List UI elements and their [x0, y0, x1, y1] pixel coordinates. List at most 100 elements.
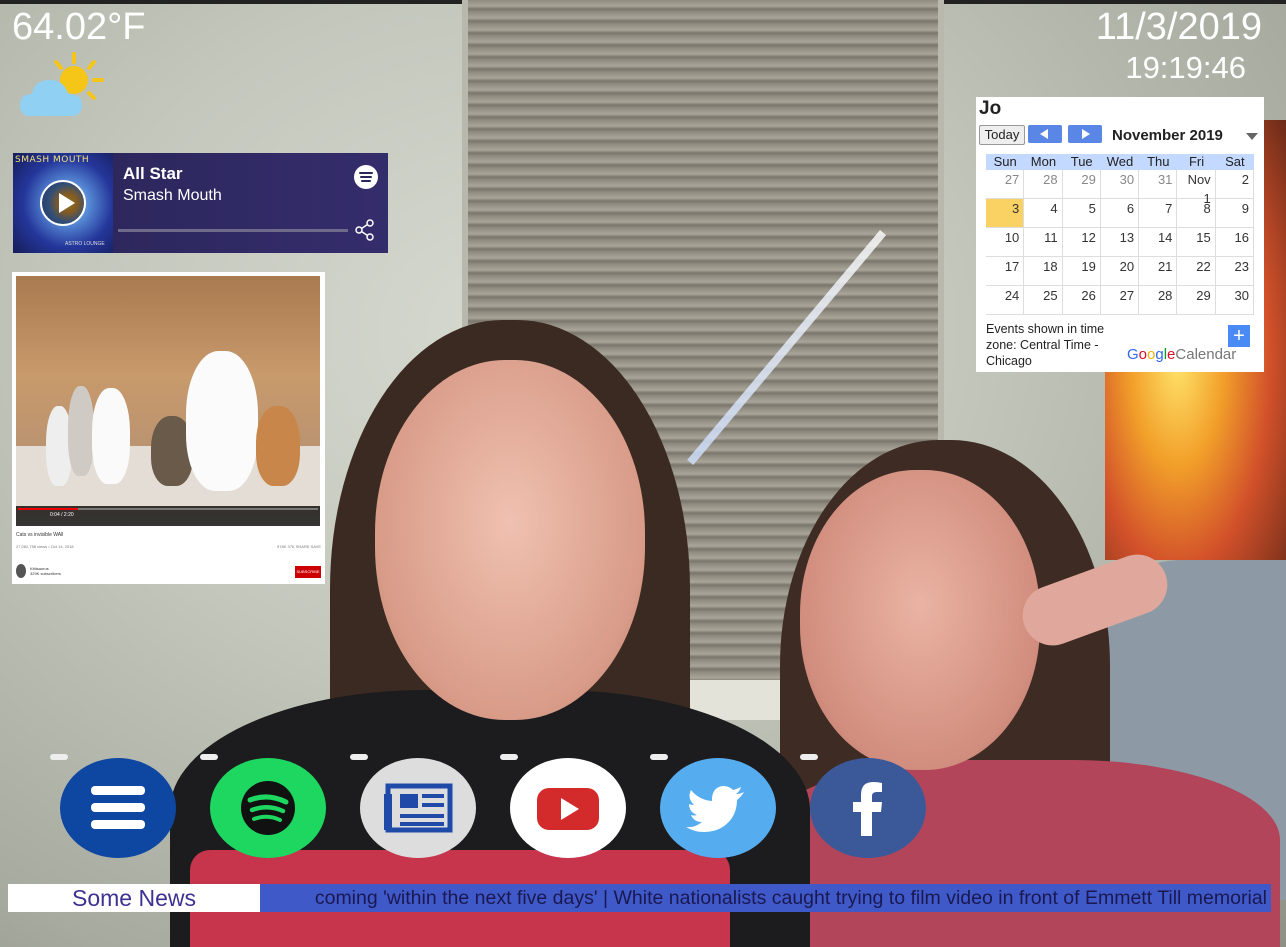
calendar-day[interactable]: 7 — [1139, 199, 1178, 228]
cat-6 — [256, 406, 300, 486]
calendar-owner: Jo — [979, 98, 1002, 119]
calendar-day[interactable]: 2 — [1215, 170, 1254, 199]
calendar-grid: Sun Mon Tue Wed Thu Fri Sat 27 28 29 30 … — [986, 154, 1254, 315]
calendar-day-today[interactable]: 3 — [986, 199, 1025, 228]
calendar-day[interactable]: 22 — [1177, 257, 1216, 286]
calendar-day[interactable]: 19 — [1062, 257, 1101, 286]
cat-3 — [92, 388, 130, 484]
calendar-day[interactable]: 27 — [1100, 286, 1140, 315]
calendar-day[interactable]: 23 — [1215, 257, 1254, 286]
calendar-month-title: November 2019 — [1112, 127, 1223, 144]
calendar-day[interactable]: 25 — [1024, 286, 1063, 315]
calendar-day[interactable]: 13 — [1100, 228, 1140, 257]
calendar-day[interactable]: 28 — [1024, 170, 1063, 199]
calendar-week: 24 25 26 27 28 29 30 — [986, 286, 1254, 315]
calendar-day[interactable]: 30 — [1215, 286, 1254, 315]
news-label: Some News — [8, 884, 260, 912]
calendar-day[interactable]: 27 — [986, 170, 1025, 199]
calendar-week: 10 11 12 13 14 15 16 — [986, 228, 1254, 257]
spotify-app-button[interactable] — [210, 758, 326, 858]
calendar-widget: Jo Today November 2019 Sun Mon Tue Wed T… — [976, 97, 1264, 372]
previous-month-button[interactable] — [1028, 125, 1062, 143]
weekday-label: Sun — [993, 154, 1017, 169]
calendar-day[interactable]: 4 — [1024, 199, 1063, 228]
calendar-day[interactable]: 5 — [1062, 199, 1101, 228]
channel-name[interactable]: Kittisaurus 329K subscribers — [30, 566, 61, 576]
video-controls[interactable]: 0:04 / 2:20 — [16, 506, 320, 526]
calendar-day[interactable]: 6 — [1100, 199, 1140, 228]
track-progress-bar[interactable] — [118, 229, 348, 232]
calendar-day[interactable]: 20 — [1100, 257, 1140, 286]
album-art-text: SMASH MOUTH — [15, 155, 90, 165]
calendar-day[interactable]: 10 — [986, 228, 1025, 257]
calendar-day[interactable]: 15 — [1177, 228, 1216, 257]
video-views: 27,082,756 views • Oct 14, 2018 — [16, 544, 74, 549]
time-readout: 19:19:46 — [1125, 50, 1246, 85]
calendar-day[interactable]: 29 — [1062, 170, 1101, 199]
weekday-header: Sun Mon Tue Wed Thu Fri Sat — [986, 154, 1254, 170]
calendar-week: 3 4 5 6 7 8 9 — [986, 199, 1254, 228]
add-to-calendar-button[interactable]: + — [1228, 325, 1250, 347]
channel-subscribers: 329K subscribers — [30, 571, 61, 576]
news-app-button[interactable] — [360, 758, 476, 858]
calendar-day[interactable]: 24 — [986, 286, 1025, 315]
calendar-wordmark: Calendar — [1175, 346, 1237, 363]
calendar-day[interactable]: 11 — [1024, 228, 1063, 257]
channel-avatar[interactable] — [16, 564, 26, 578]
twitter-app-button[interactable] — [660, 758, 776, 858]
weekday-label: Wed — [1106, 154, 1134, 169]
date-readout: 11/3/2019 — [1095, 6, 1262, 48]
weekday-label: Sat — [1225, 154, 1245, 169]
calendar-week: 17 18 19 20 21 22 23 — [986, 257, 1254, 286]
twitter-icon — [686, 786, 744, 832]
menu-icon — [91, 786, 145, 829]
calendar-day[interactable]: 31 — [1139, 170, 1178, 199]
spotify-logo-icon[interactable] — [354, 165, 378, 189]
track-artist: Smash Mouth — [123, 187, 222, 204]
facebook-app-button[interactable] — [810, 758, 926, 858]
news-ticker-bar[interactable]: Some News coming 'within the next five d… — [8, 884, 1271, 912]
youtube-app-button[interactable] — [510, 758, 626, 858]
weekday-label: Tue — [1070, 154, 1093, 169]
spotify-player[interactable]: SMASH MOUTH ASTRO LOUNGE All Star Smash … — [13, 153, 388, 253]
calendar-day[interactable]: 16 — [1215, 228, 1254, 257]
news-ticker-text: coming 'within the next five days' | Whi… — [314, 887, 1267, 909]
video-time: 0:04 / 2:20 — [50, 512, 74, 518]
youtube-video-frame[interactable]: 0:04 / 2:20 — [16, 276, 320, 526]
calendar-day[interactable]: 8 — [1177, 199, 1216, 228]
youtube-widget[interactable]: 0:04 / 2:20 Cats vs invisible WAll 27,08… — [12, 272, 325, 584]
calendar-day[interactable]: 17 — [986, 257, 1025, 286]
google-wordmark: Google — [1127, 346, 1176, 363]
calendar-day[interactable]: 9 — [1215, 199, 1254, 228]
video-stats: 978K 37K SHARE SAVE — [277, 544, 321, 549]
subscribe-button[interactable]: SUBSCRIBE — [295, 566, 321, 578]
weekday-label: Mon — [1030, 154, 1057, 169]
calendar-day[interactable]: 12 — [1062, 228, 1101, 257]
calendar-day[interactable]: Nov 1 — [1177, 170, 1216, 206]
play-icon[interactable] — [40, 180, 86, 226]
next-month-button[interactable] — [1068, 125, 1102, 143]
calendar-day[interactable]: 30 — [1100, 170, 1140, 199]
calendar-day[interactable]: 29 — [1177, 286, 1216, 315]
spotify-icon — [241, 781, 295, 835]
calendar-day[interactable]: 18 — [1024, 257, 1063, 286]
calendar-day[interactable]: 14 — [1139, 228, 1178, 257]
chevron-down-icon[interactable] — [1246, 133, 1258, 140]
album-art-subtitle: ASTRO LOUNGE — [65, 241, 105, 247]
weekday-label: Fri — [1188, 154, 1205, 169]
today-button[interactable]: Today — [979, 125, 1025, 145]
youtube-icon — [537, 788, 599, 830]
newspaper-icon — [384, 783, 453, 833]
video-progress-bar[interactable] — [18, 508, 318, 510]
google-calendar-logo[interactable]: GoogleCalendar — [1127, 346, 1236, 363]
news-ticker[interactable]: coming 'within the next five days' | Whi… — [260, 884, 1271, 912]
partly-cloudy-icon — [20, 52, 104, 116]
menu-app-button[interactable] — [60, 758, 176, 858]
video-progress-fill — [18, 508, 78, 510]
share-icon[interactable] — [355, 219, 375, 241]
person-right-face — [800, 470, 1040, 770]
temperature-readout: 64.02°F — [12, 6, 146, 48]
calendar-day[interactable]: 21 — [1139, 257, 1178, 286]
calendar-day[interactable]: 28 — [1139, 286, 1178, 315]
calendar-day[interactable]: 26 — [1062, 286, 1101, 315]
